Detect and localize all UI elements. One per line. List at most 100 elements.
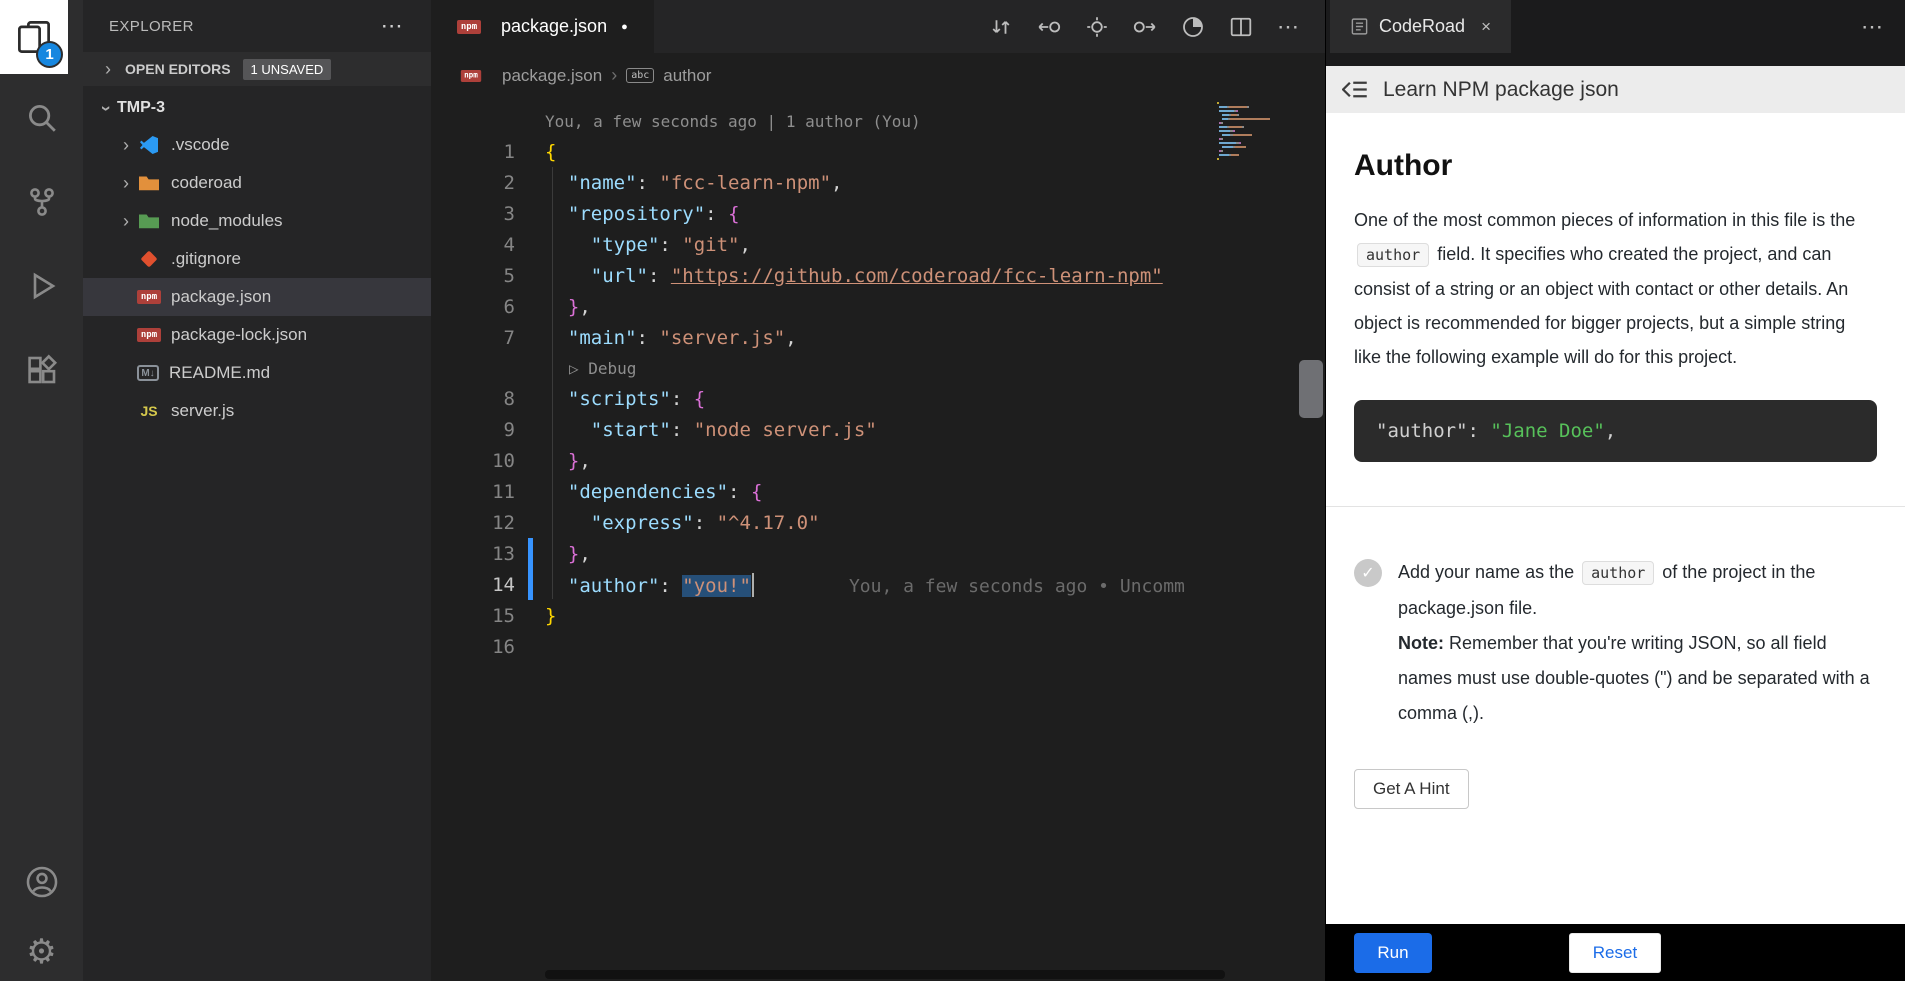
line-number: 3 [431, 203, 545, 225]
code-row[interactable]: 1{ [431, 136, 1325, 167]
code-line: "main": "server.js", [545, 327, 797, 349]
npm-icon: npm [457, 20, 481, 34]
code-row[interactable]: 13 }, [431, 538, 1325, 569]
npm-icon: npm [137, 328, 161, 342]
navigate-next-change-icon[interactable] [1133, 15, 1157, 39]
code-row[interactable]: 10 }, [431, 445, 1325, 476]
navigate-previous-change-icon[interactable] [1037, 15, 1061, 39]
line-number: 4 [431, 234, 545, 256]
code-line: "express": "^4.17.0" [545, 512, 820, 534]
tree-root-tmp-3[interactable]: › TMP-3 [83, 90, 431, 126]
file-row-node_modules[interactable]: › node_modules [83, 202, 431, 240]
section-intro: One of the most common pieces of informa… [1354, 203, 1877, 374]
activity-item-explorer[interactable]: 1 [0, 0, 68, 74]
modified-indicator-icon[interactable]: ● [621, 21, 628, 33]
coderoad-tab-bar: CodeRoad × ⋯ [1326, 0, 1905, 66]
code-line: }, [545, 296, 591, 318]
code-line: "type": "git", [545, 234, 751, 256]
codelens-text[interactable]: ▷ Debug [545, 359, 636, 378]
file-label: node_modules [171, 211, 283, 231]
line-number: 9 [431, 419, 545, 441]
file-row-.gitignore[interactable]: .gitignore [83, 240, 431, 278]
coderoad-footer: Run Reset [1326, 924, 1905, 981]
line-number: 10 [431, 450, 545, 472]
line-number: 8 [431, 388, 545, 410]
split-editor-icon[interactable] [1229, 15, 1253, 39]
line-number: 12 [431, 512, 545, 534]
code-row[interactable]: 11 "dependencies": { [431, 476, 1325, 507]
chevron-right-icon: › [115, 173, 137, 194]
code-lines: You, a few seconds ago | 1 author (You)1… [431, 98, 1325, 662]
account-icon [25, 865, 59, 899]
code-row[interactable]: 4 "type": "git", [431, 229, 1325, 260]
code-row[interactable]: 5 "url": "https://github.com/coderoad/fc… [431, 260, 1325, 291]
more-actions-icon[interactable]: ⋯ [381, 13, 403, 39]
code-row[interactable]: 3 "repository": { [431, 198, 1325, 229]
current-change-icon[interactable] [1085, 15, 1109, 39]
minimap[interactable] [1217, 102, 1303, 166]
vscode-window: 1 [0, 0, 1905, 981]
open-editors-label: OPEN EDITORS [125, 61, 231, 77]
activity-item-source-control[interactable] [26, 186, 58, 218]
line-number: 5 [431, 265, 545, 287]
coderoad-content: Author One of the most common pieces of … [1326, 113, 1905, 924]
more-actions-icon[interactable]: ⋯ [1861, 14, 1883, 40]
code-row[interactable]: 7 "main": "server.js", [431, 322, 1325, 353]
run-status-icon[interactable] [1181, 15, 1205, 39]
line-number: 16 [431, 636, 545, 658]
codelens-debug[interactable]: ▷ Debug [431, 353, 1325, 383]
code-row[interactable]: 15} [431, 600, 1325, 631]
sidebar-header: EXPLORER ⋯ [83, 0, 431, 52]
line-number: 15 [431, 605, 545, 627]
code-line: "repository": { [545, 203, 740, 225]
activity-item-run-debug[interactable] [26, 270, 58, 302]
code-line: "start": "node server.js" [545, 419, 877, 441]
vscode-icon [137, 135, 161, 155]
activity-item-extensions[interactable] [26, 354, 58, 386]
activity-item-search[interactable] [26, 102, 58, 134]
file-row-.vscode[interactable]: ›.vscode [83, 126, 431, 164]
scrollbar-thumb[interactable] [1299, 360, 1323, 418]
task-item: ✓ Add your name as the author of the pro… [1354, 555, 1877, 731]
breadcrumb-item-file[interactable]: package.json [502, 66, 602, 86]
run-button[interactable]: Run [1354, 933, 1432, 973]
file-row-server.js[interactable]: JSserver.js [83, 392, 431, 430]
folder-green-icon [137, 211, 161, 231]
line-number: 6 [431, 296, 545, 318]
more-actions-icon[interactable]: ⋯ [1277, 14, 1299, 40]
code-row[interactable]: 2 "name": "fcc-learn-npm", [431, 167, 1325, 198]
lessons-back-icon[interactable] [1342, 78, 1369, 101]
file-row-package.json[interactable]: npmpackage.json [83, 278, 431, 316]
compare-changes-icon[interactable] [989, 15, 1013, 39]
close-icon[interactable]: × [1481, 17, 1491, 37]
code-row[interactable]: 16 [431, 631, 1325, 662]
reset-button[interactable]: Reset [1569, 933, 1661, 973]
horizontal-scrollbar[interactable] [545, 970, 1225, 979]
code-row[interactable]: 9 "start": "node server.js" [431, 414, 1325, 445]
line-number: 1 [431, 141, 545, 163]
file-row-README.md[interactable]: M↓README.md [83, 354, 431, 392]
file-label: coderoad [171, 173, 242, 193]
file-row-coderoad[interactable]: › coderoad [83, 164, 431, 202]
file-label: .vscode [171, 135, 230, 155]
divider [1326, 506, 1905, 507]
get-a-hint-button[interactable]: Get A Hint [1354, 769, 1469, 809]
code-row[interactable]: 8 "scripts": { [431, 383, 1325, 414]
chevron-right-icon: › [115, 211, 137, 232]
code-row[interactable]: 6 }, [431, 291, 1325, 322]
chevron-down-icon: › [96, 97, 117, 119]
tab-coderoad[interactable]: CodeRoad × [1330, 0, 1511, 53]
code-editor[interactable]: You, a few seconds ago | 1 author (You)1… [431, 98, 1325, 981]
tab-package-json[interactable]: npm package.json ● [431, 0, 654, 53]
check-circle-icon: ✓ [1354, 559, 1382, 587]
code-row[interactable]: 12 "express": "^4.17.0" [431, 507, 1325, 538]
open-editors-section[interactable]: › OPEN EDITORS 1 UNSAVED [83, 52, 431, 86]
code-row[interactable]: 14 "author": "you!"You, a few seconds ag… [431, 569, 1325, 600]
file-row-package-lock.json[interactable]: npmpackage-lock.json [83, 316, 431, 354]
activity-item-accounts[interactable] [25, 865, 59, 899]
activity-item-settings[interactable]: ⚙ [26, 935, 56, 969]
line-number: 11 [431, 481, 545, 503]
code-line: } [545, 605, 556, 627]
breadcrumb-item-symbol[interactable]: author [663, 66, 711, 86]
code-line: "dependencies": { [545, 481, 762, 503]
